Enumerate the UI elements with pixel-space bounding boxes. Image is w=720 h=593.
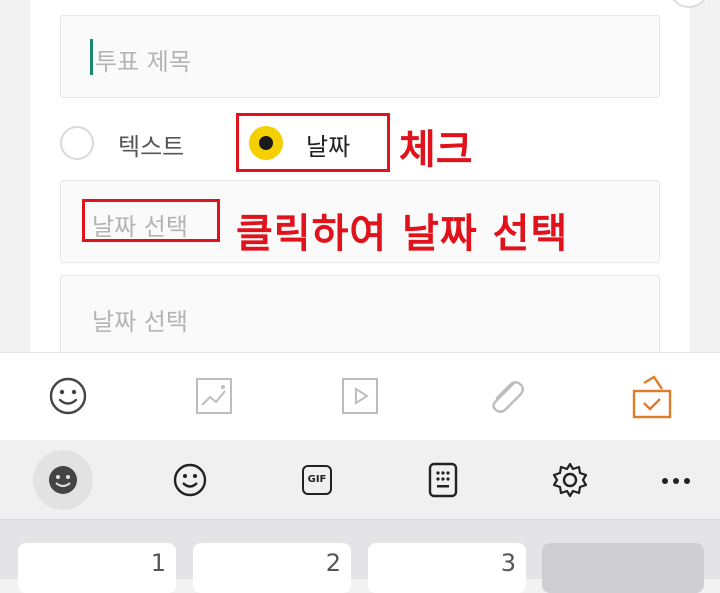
date-select-2-placeholder: 날짜 선택 — [92, 308, 188, 336]
keyboard: 1 2 3 — [0, 520, 720, 593]
key-3-label: 3 — [500, 549, 516, 577]
clipboard-keypad-icon[interactable] — [427, 462, 459, 498]
annotation-box-date-field — [82, 199, 220, 242]
settings-icon[interactable] — [550, 460, 590, 500]
key-3[interactable]: 3 — [368, 543, 526, 593]
smiley-icon[interactable] — [170, 460, 210, 500]
vote-title-input[interactable]: 투표 제목 — [60, 15, 660, 98]
emoticon-icon[interactable] — [48, 376, 88, 416]
key-1-label: 1 — [150, 549, 166, 577]
annotation-click-label: 클릭하여 날짜 선택 — [236, 211, 569, 257]
more-icon[interactable] — [660, 476, 692, 486]
vote-title-placeholder: 투표 제목 — [95, 48, 191, 76]
video-icon[interactable] — [341, 377, 379, 415]
gif-icon[interactable]: GIF — [302, 465, 332, 495]
radio-text[interactable] — [60, 126, 94, 160]
key-2[interactable]: 2 — [193, 543, 351, 593]
key-1[interactable]: 1 — [18, 543, 176, 593]
radio-text-label[interactable]: 텍스트 — [118, 127, 184, 162]
key-2-label: 2 — [325, 549, 341, 577]
emoji-face-icon[interactable] — [33, 450, 93, 510]
key-function[interactable] — [542, 543, 704, 593]
image-icon[interactable] — [195, 377, 233, 415]
text-cursor — [90, 39, 93, 75]
attachment-toolbar — [0, 352, 720, 440]
annotation-check-label: 체크 — [399, 127, 473, 173]
gif-label: GIF — [307, 474, 327, 485]
annotation-box-date-radio — [236, 113, 390, 172]
vote-icon[interactable] — [630, 373, 674, 421]
date-select-field-2[interactable]: 날짜 선택 — [60, 275, 660, 358]
attach-icon[interactable] — [484, 375, 528, 419]
keyboard-toolbar: GIF — [0, 440, 720, 520]
